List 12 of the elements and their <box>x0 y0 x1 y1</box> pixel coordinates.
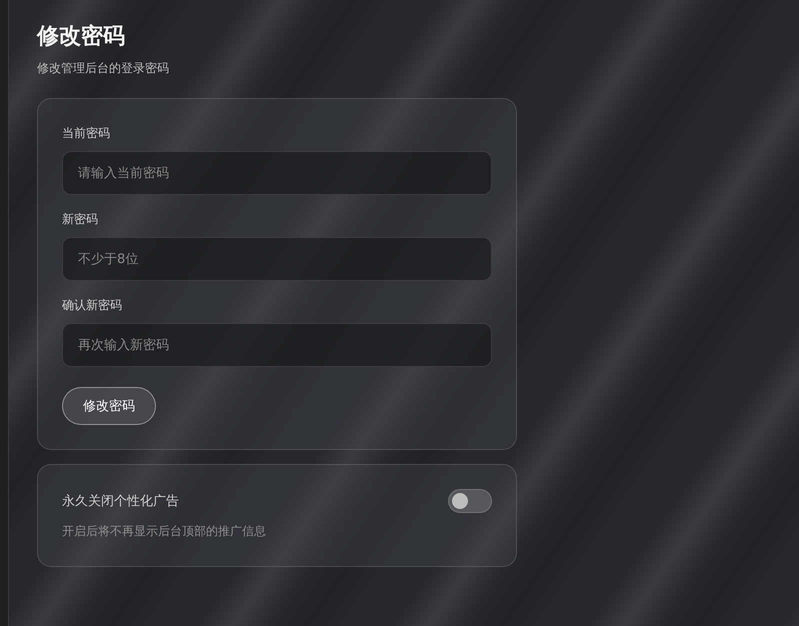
submit-button[interactable]: 修改密码 <box>62 387 156 425</box>
setting-label: 永久关闭个性化广告 <box>62 493 179 510</box>
password-field[interactable]: 请输入当前密码 <box>62 151 492 195</box>
field-label: 新密码 <box>62 211 98 228</box>
password-field[interactable]: 不少于8位 <box>62 237 492 281</box>
setting-description: 开启后将不再显示后台顶部的推广信息 <box>62 523 267 540</box>
page-subtitle: 修改管理后台的登录密码 <box>37 60 170 77</box>
password-field[interactable]: 再次输入新密码 <box>62 323 492 367</box>
field-label: 确认新密码 <box>62 297 122 314</box>
page-title: 修改密码 <box>37 22 126 51</box>
field-label: 当前密码 <box>62 125 110 142</box>
toggle-switch[interactable] <box>448 489 492 513</box>
